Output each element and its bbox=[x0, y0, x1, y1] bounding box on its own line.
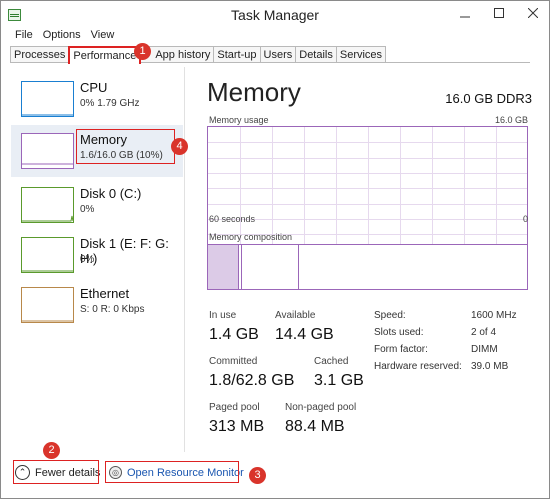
sidebar-item-label: CPU bbox=[80, 80, 108, 95]
sidebar-item-value: 0% 1.79 GHz bbox=[80, 98, 140, 109]
in-use-label: In use bbox=[209, 310, 237, 321]
hardware-reserved-label: Hardware reserved: bbox=[374, 361, 462, 372]
callout-1: 1 bbox=[134, 43, 151, 60]
callout-2: 2 bbox=[43, 442, 60, 459]
sidebar-item-disk-0[interactable]: Disk 0 (C:) 0% bbox=[11, 179, 183, 231]
menu-view[interactable]: View bbox=[91, 29, 115, 44]
sidebar-item-label: Disk 0 (C:) bbox=[80, 186, 142, 201]
in-use-value: 1.4 GB bbox=[209, 326, 259, 343]
sidebar-item-label: Ethernet bbox=[80, 286, 130, 301]
tab-processes[interactable]: Processes bbox=[10, 46, 70, 63]
memory-usage-max: 16.0 GB bbox=[494, 115, 528, 125]
cached-label: Cached bbox=[314, 356, 349, 367]
tab-app-history[interactable]: App history bbox=[140, 46, 215, 63]
task-manager-window: Task Manager File Options View Processes… bbox=[0, 0, 550, 499]
form-factor-label: Form factor: bbox=[374, 344, 428, 355]
title-bar: Task Manager bbox=[1, 1, 549, 29]
form-factor-value: DIMM bbox=[471, 344, 498, 355]
callout-3: 3 bbox=[249, 467, 266, 484]
paged-pool-label: Paged pool bbox=[209, 402, 260, 413]
non-paged-pool-value: 88.4 MB bbox=[285, 418, 345, 435]
performance-sidebar: CPU 0% 1.79 GHz Memory 1.6/16.0 GB (10%)… bbox=[11, 67, 185, 452]
footer-bar: ⌃ Fewer details ◎ Open Resource Monitor bbox=[1, 456, 549, 498]
page-title: Memory bbox=[207, 77, 301, 107]
sidebar-item-memory[interactable]: Memory 1.6/16.0 GB (10%) bbox=[11, 125, 183, 177]
available-value: 14.4 GB bbox=[275, 326, 334, 343]
slots-used-label: Slots used: bbox=[374, 327, 424, 338]
memory-composition-label: Memory composition bbox=[209, 232, 293, 242]
slots-used-value: 2 of 4 bbox=[471, 327, 497, 338]
committed-label: Committed bbox=[209, 356, 258, 367]
sidebar-item-value: S: 0 R: 0 Kbps bbox=[80, 304, 145, 315]
speed-label: Speed: bbox=[374, 310, 406, 321]
speed-value: 1600 MHz bbox=[471, 310, 517, 321]
disk-1-thumbnail-graph bbox=[21, 237, 74, 273]
ethernet-thumbnail-graph bbox=[21, 287, 74, 323]
tab-services[interactable]: Services bbox=[335, 46, 387, 63]
tab-start-up[interactable]: Start-up bbox=[213, 46, 261, 63]
tab-users[interactable]: Users bbox=[259, 46, 297, 63]
highlight-box-memory bbox=[76, 129, 175, 164]
tab-performance[interactable]: Performance bbox=[68, 46, 142, 64]
minimize-icon[interactable] bbox=[455, 4, 475, 22]
window-controls bbox=[455, 4, 543, 22]
menu-options[interactable]: Options bbox=[43, 29, 81, 44]
cached-value: 3.1 GB bbox=[314, 372, 364, 389]
sidebar-item-value: 0% bbox=[80, 254, 95, 265]
highlight-box-fewer-details bbox=[13, 460, 99, 484]
committed-value: 1.8/62.8 GB bbox=[209, 372, 295, 389]
memory-composition-bar bbox=[207, 244, 528, 290]
sidebar-item-label: Disk 1 (E: F: G: H:) bbox=[80, 236, 169, 266]
highlight-box-resource-monitor bbox=[105, 461, 239, 483]
menu-file[interactable]: File bbox=[15, 29, 33, 44]
menu-bar: File Options View bbox=[1, 29, 114, 44]
tab-strip: Processes Performance App history Start-… bbox=[10, 46, 387, 64]
sidebar-item-ethernet[interactable]: Ethernet S: 0 R: 0 Kbps bbox=[11, 279, 183, 331]
non-paged-pool-label: Non-paged pool bbox=[285, 402, 357, 413]
cpu-thumbnail-graph bbox=[21, 81, 74, 117]
sidebar-item-cpu[interactable]: CPU 0% 1.79 GHz bbox=[11, 73, 183, 125]
usage-zero-label: 0 bbox=[522, 214, 528, 224]
available-label: Available bbox=[275, 310, 316, 321]
hardware-reserved-value: 39.0 MB bbox=[471, 361, 509, 372]
memory-usage-label: Memory usage bbox=[209, 115, 269, 125]
memory-thumbnail-graph bbox=[21, 133, 74, 169]
paged-pool-value: 313 MB bbox=[209, 418, 265, 435]
time-axis-label: 60 seconds bbox=[209, 214, 256, 224]
callout-4: 4 bbox=[171, 138, 188, 155]
sidebar-item-disk-1[interactable]: Disk 1 (E: F: G: H:) 0% bbox=[11, 229, 183, 281]
tab-details[interactable]: Details bbox=[295, 46, 337, 63]
maximize-icon[interactable] bbox=[489, 4, 509, 22]
close-icon[interactable] bbox=[523, 4, 543, 22]
sidebar-item-value: 0% bbox=[80, 204, 95, 215]
memory-spec: 16.0 GB DDR3 bbox=[445, 91, 532, 106]
disk-0-thumbnail-graph bbox=[21, 187, 74, 223]
